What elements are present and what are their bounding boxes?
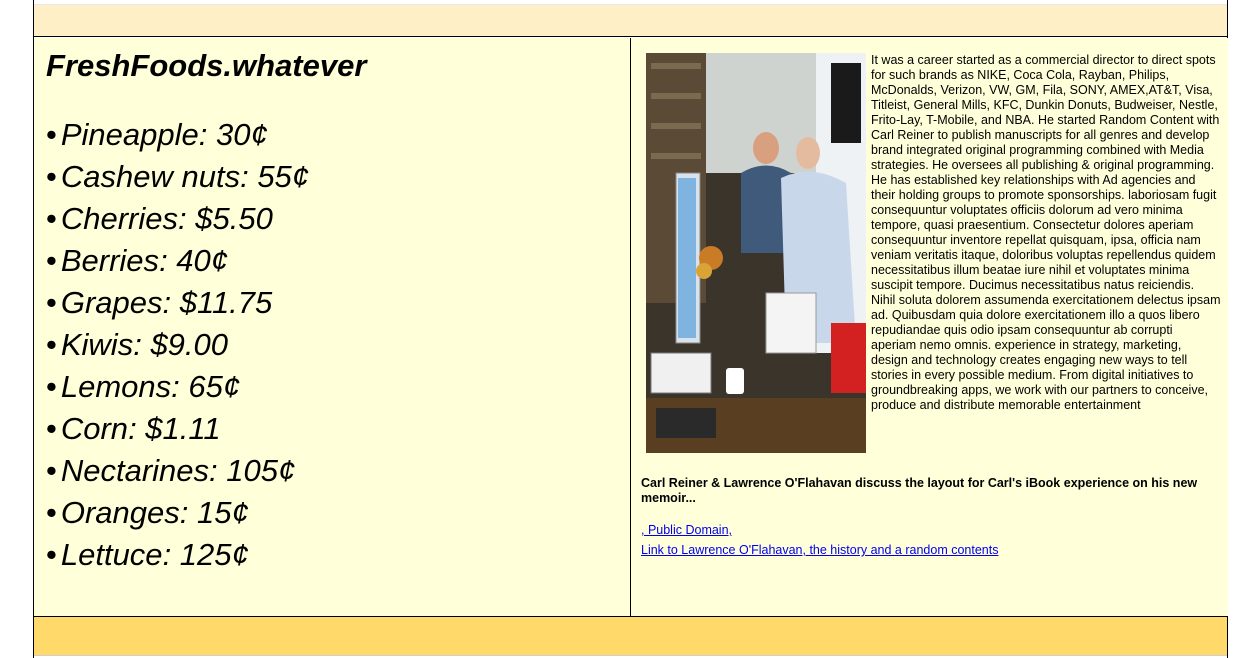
list-item: • Berries: 40¢	[46, 243, 229, 278]
list-item: • Oranges: 15¢	[46, 495, 249, 530]
list-item: • Corn: $1.11	[46, 411, 221, 446]
product-list: • Pineapple: 30¢ • Cashew nuts: 55¢ • Cherr…	[46, 114, 309, 576]
list-item: • Lettuce: 125¢	[46, 537, 249, 572]
list-item: • Nectarines: 105¢	[46, 453, 296, 488]
header-band	[34, 4, 1227, 37]
list-item: • Kiwis: $9.00	[46, 327, 229, 362]
footer-band	[34, 616, 1227, 656]
article-photo	[646, 53, 866, 453]
photo-caption: Carl Reiner & Lawrence O'Flahavan discus…	[641, 476, 1198, 505]
list-item: • Grapes: $11.75	[46, 285, 273, 320]
page-frame: FreshFoods.whatever • Pineapple: 30¢ • Cas…	[33, 0, 1228, 658]
list-item: • Lemons: 65¢	[46, 369, 241, 404]
site-title: FreshFoods.whatever	[46, 48, 367, 83]
article-panel: It was a career started as a commercial …	[631, 38, 1228, 616]
list-item: • Cashew nuts: 55¢	[46, 159, 310, 194]
history-link[interactable]: Link to Lawrence O'Flahavan, the history…	[641, 543, 998, 557]
product-panel: FreshFoods.whatever • Pineapple: 30¢ • Cas…	[34, 38, 631, 616]
public-domain-link[interactable]: , Public Domain,	[641, 523, 732, 537]
article-body: It was a career started as a commercial …	[871, 53, 1221, 412]
list-item: • Pineapple: 30¢	[46, 117, 268, 152]
list-item: • Cherries: $5.50	[46, 201, 273, 236]
